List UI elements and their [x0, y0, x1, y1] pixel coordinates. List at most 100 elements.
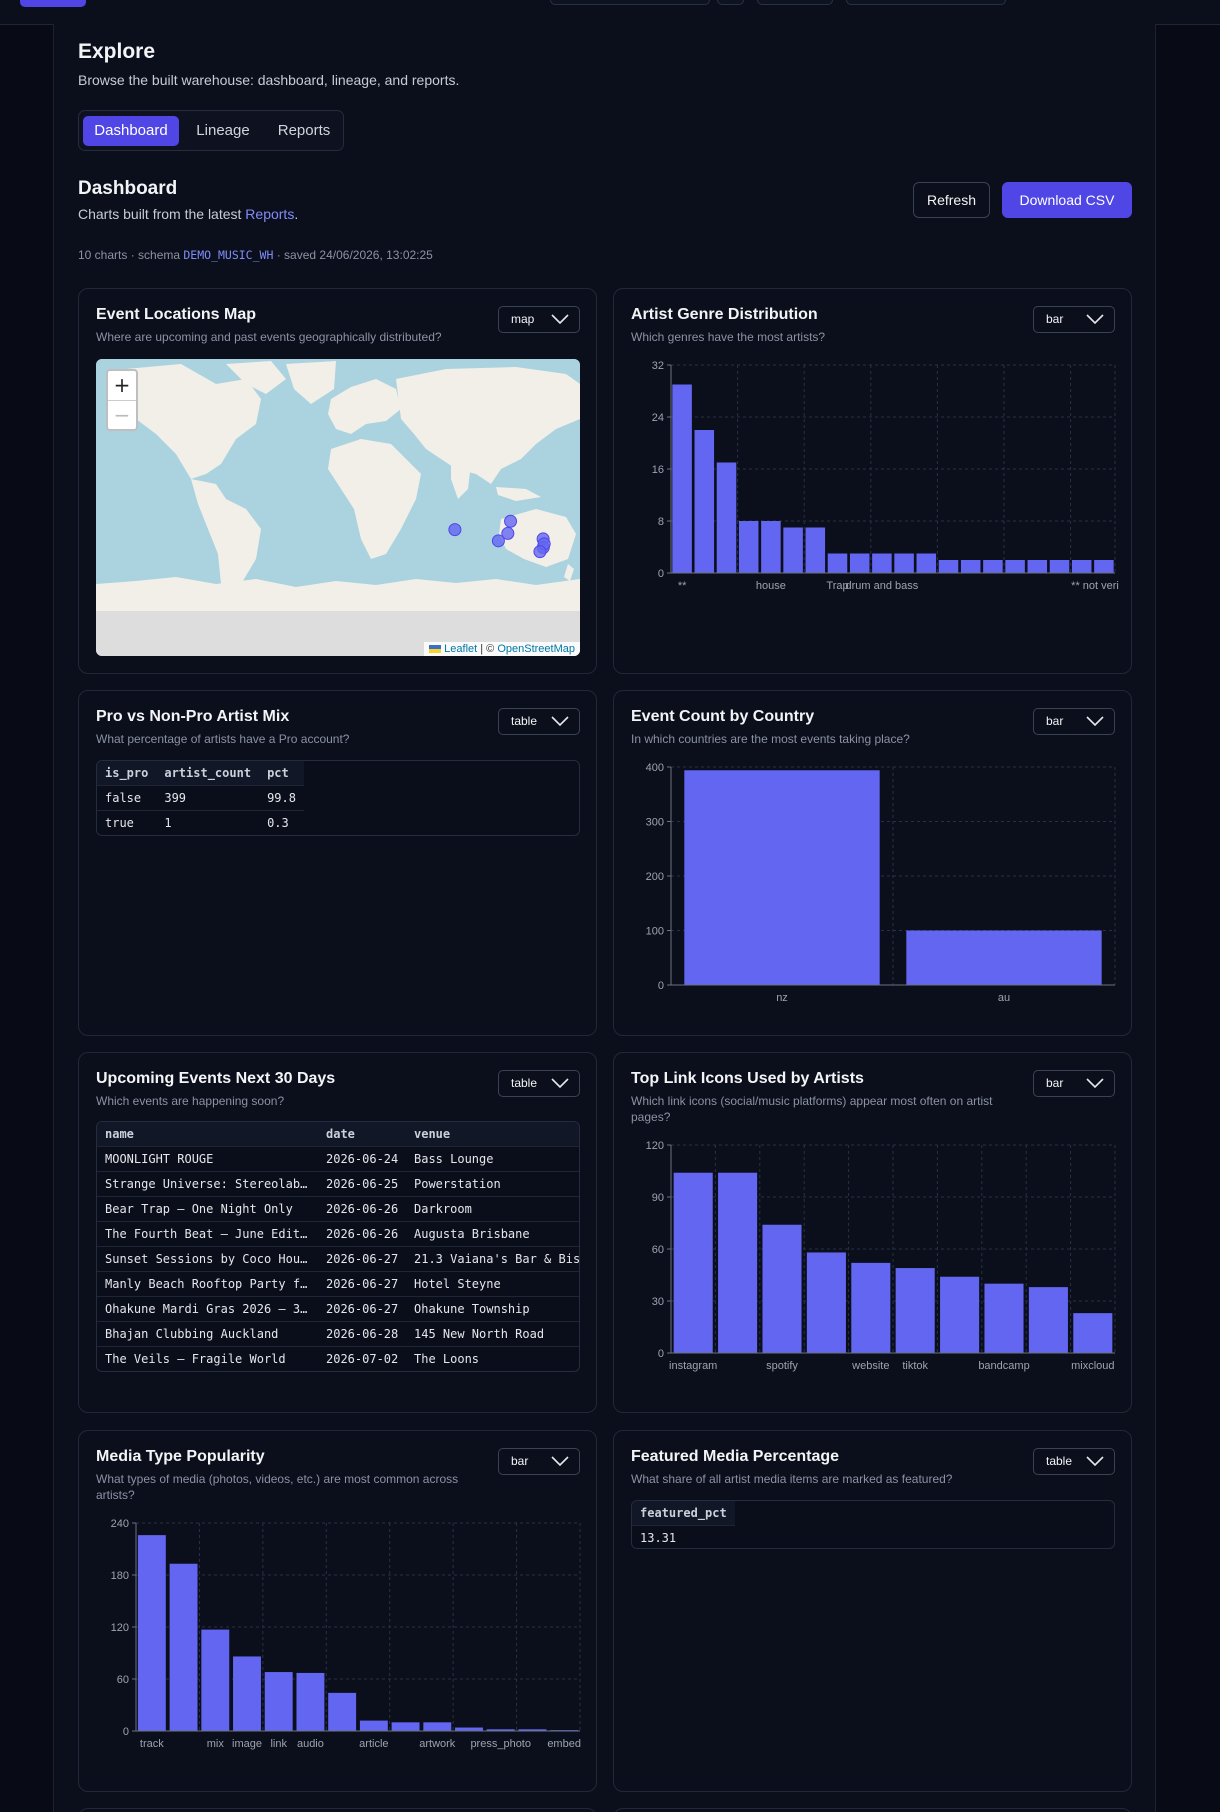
table-row: MOONLIGHT ROUGE 2026-06-24 Bass Lounge	[97, 1145, 579, 1171]
top-bar-button[interactable]	[846, 0, 1006, 5]
chevron-down-icon	[1086, 716, 1104, 726]
chart-bar[interactable]	[455, 1727, 483, 1731]
chart-bar[interactable]	[328, 1692, 357, 1731]
x-tick-label: image	[232, 1738, 262, 1750]
card-question: What percentage of artists have a Pro ac…	[96, 732, 350, 746]
view-type-select[interactable]: table	[498, 708, 580, 735]
chart-bar[interactable]	[1027, 560, 1048, 573]
x-tick-label: track	[140, 1738, 164, 1750]
chart-bar[interactable]	[761, 521, 781, 573]
app-logo[interactable]	[20, 0, 86, 7]
chevron-down-icon	[551, 1456, 569, 1466]
event-marker[interactable]	[533, 545, 547, 559]
column-header[interactable]: venue	[406, 1122, 579, 1146]
chart-bar[interactable]	[137, 1535, 166, 1731]
chart-bar[interactable]	[806, 1252, 846, 1353]
chart-bar[interactable]	[805, 527, 826, 574]
chart-bar[interactable]	[1049, 560, 1070, 573]
chart-bar[interactable]	[296, 1672, 325, 1731]
chart-bar[interactable]	[762, 1224, 802, 1353]
chart-bar[interactable]	[391, 1722, 420, 1731]
chart-bar[interactable]	[738, 521, 759, 573]
chart-bar[interactable]	[1073, 1313, 1113, 1353]
top-bar-button[interactable]	[550, 0, 710, 5]
chart-bar[interactable]	[938, 560, 959, 573]
osm-link[interactable]: OpenStreetMap	[497, 643, 575, 655]
chart-bar[interactable]	[1028, 1287, 1068, 1353]
column-header[interactable]: name	[97, 1122, 318, 1146]
chart-bar[interactable]	[940, 1276, 980, 1353]
download-csv-button[interactable]: Download CSV	[1002, 182, 1132, 218]
table-cell: 2026-06-27	[318, 1270, 406, 1296]
table-row: Bhajan Clubbing Auckland 2026-06-28 145 Ne…	[97, 1320, 579, 1346]
event-map[interactable]: + − Leaflet | © OpenStreetMap	[96, 359, 580, 656]
chart-bar[interactable]	[169, 1563, 198, 1731]
chart-bar[interactable]	[895, 1268, 935, 1353]
view-type-select[interactable]: table	[498, 1070, 580, 1097]
card-upcoming-events: Upcoming Events Next 30 Days Which event…	[78, 1052, 597, 1413]
event-marker[interactable]	[448, 523, 462, 537]
y-tick-label: 100	[646, 926, 664, 938]
leaflet-link[interactable]: Leaflet	[444, 643, 477, 655]
column-header[interactable]: featured_pct	[632, 1501, 735, 1525]
chart-bar[interactable]	[672, 384, 692, 574]
y-tick-label: 240	[111, 1518, 129, 1530]
chart-bar[interactable]	[783, 527, 803, 574]
zoom-in-button[interactable]: +	[108, 371, 136, 400]
chart-bar[interactable]	[983, 560, 1003, 573]
chart-bar[interactable]	[673, 1172, 713, 1353]
view-type-select[interactable]: bar	[1033, 708, 1115, 735]
featured-table: featured_pct 13.31	[632, 1501, 735, 1548]
event-marker[interactable]	[504, 514, 518, 528]
chart-bar[interactable]	[201, 1629, 230, 1731]
chart-bar[interactable]	[894, 553, 914, 574]
table-cell: true	[97, 809, 157, 835]
chart-bar[interactable]	[264, 1672, 293, 1731]
column-header[interactable]: is_pro	[97, 761, 157, 785]
chart-bar[interactable]	[960, 560, 981, 573]
y-tick-label: 0	[658, 1348, 664, 1360]
chart-bar[interactable]	[827, 553, 848, 574]
column-header[interactable]: date	[318, 1122, 406, 1146]
column-header[interactable]: pct	[259, 761, 304, 785]
event-marker[interactable]	[491, 534, 505, 548]
chart-bar[interactable]	[872, 553, 892, 574]
card-title: Upcoming Events Next 30 Days	[96, 1070, 336, 1087]
chart-bar[interactable]	[359, 1720, 388, 1731]
chart-bar[interactable]	[694, 430, 715, 573]
view-type-select[interactable]: bar	[1033, 1070, 1115, 1097]
table-cell: Darkroom	[406, 1195, 579, 1221]
tab-reports[interactable]: Reports	[267, 116, 341, 146]
pro-table: is_pro artist_count pct false 399 99.8 true 1 0.…	[97, 761, 304, 835]
chart-bar[interactable]	[906, 930, 1102, 986]
view-type-select[interactable]: bar	[1033, 306, 1115, 333]
x-tick-label: audio	[297, 1738, 324, 1750]
zoom-out-button[interactable]: −	[108, 400, 136, 429]
tab-dashboard[interactable]: Dashboard	[83, 116, 179, 146]
y-tick-label: 400	[646, 762, 664, 774]
column-header[interactable]: artist_count	[156, 761, 260, 785]
reports-link[interactable]: Reports	[245, 206, 294, 222]
chart-bar[interactable]	[1071, 560, 1092, 573]
chart-bar[interactable]	[716, 462, 737, 574]
chart-bar[interactable]	[851, 1262, 891, 1353]
chart-bar[interactable]	[984, 1283, 1024, 1353]
card-question: In which countries are the most events t…	[631, 732, 910, 746]
chart-bar[interactable]	[233, 1656, 261, 1731]
chart-bar[interactable]	[916, 553, 937, 574]
chart-bar[interactable]	[423, 1722, 452, 1731]
chart-bar[interactable]	[1094, 560, 1114, 573]
chart-bar[interactable]	[1005, 560, 1025, 573]
chevron-down-icon	[1086, 314, 1104, 324]
chart-bar[interactable]	[849, 553, 870, 574]
view-type-select[interactable]: table	[1033, 1448, 1115, 1475]
refresh-button[interactable]: Refresh	[913, 182, 990, 218]
chart-bar[interactable]	[718, 1172, 758, 1353]
chart-bar[interactable]	[684, 770, 880, 985]
view-type-select[interactable]: map	[498, 306, 580, 333]
top-bar-button[interactable]	[757, 0, 833, 5]
y-tick-label: 0	[123, 1726, 129, 1738]
tab-lineage[interactable]: Lineage	[183, 116, 263, 146]
view-type-select[interactable]: bar	[498, 1448, 580, 1475]
top-bar-button[interactable]	[717, 0, 744, 5]
